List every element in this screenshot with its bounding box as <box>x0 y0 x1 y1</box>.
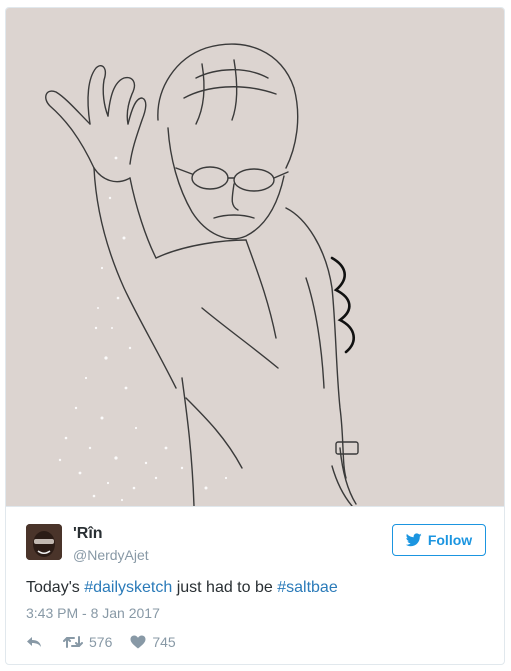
tweet-timestamp[interactable]: 3:43 PM - 8 Jan 2017 <box>26 605 160 621</box>
user-screen-name[interactable]: @NerdyAjet <box>73 547 149 563</box>
hashtag-dailysketch[interactable]: #dailysketch <box>84 579 172 596</box>
tweet-actions: 576 745 <box>26 632 176 652</box>
avatar[interactable] <box>26 524 62 560</box>
retweet-icon <box>63 636 83 648</box>
follow-label: Follow <box>427 532 473 548</box>
retweet-button[interactable]: 576 <box>63 634 112 650</box>
heart-icon <box>130 635 146 649</box>
tweet-media-sketch[interactable] <box>6 8 504 507</box>
reply-icon <box>27 637 41 647</box>
tweet-text-middle: just had to be <box>172 579 278 596</box>
reply-button[interactable] <box>26 635 42 649</box>
avatar-image <box>26 524 62 560</box>
like-button[interactable]: 745 <box>130 634 176 650</box>
follow-button[interactable]: Follow <box>392 524 486 556</box>
tweet-header: 'Rîn @NerdyAjet Follow <box>26 523 486 567</box>
salt-bae-sketch-image <box>45 43 359 506</box>
like-count: 745 <box>152 634 176 650</box>
tweet-text: Today's #dailysketch just had to be #sal… <box>26 579 338 597</box>
retweet-count: 576 <box>89 634 113 650</box>
embedded-tweet-card: 'Rîn @NerdyAjet Follow Today's #dailyske… <box>5 7 505 665</box>
tweet-text-prefix: Today's <box>26 579 85 596</box>
user-display-name[interactable]: 'Rîn <box>73 525 103 543</box>
twitter-bird-icon <box>405 533 422 547</box>
hashtag-saltbae[interactable]: #saltbae <box>277 579 338 596</box>
